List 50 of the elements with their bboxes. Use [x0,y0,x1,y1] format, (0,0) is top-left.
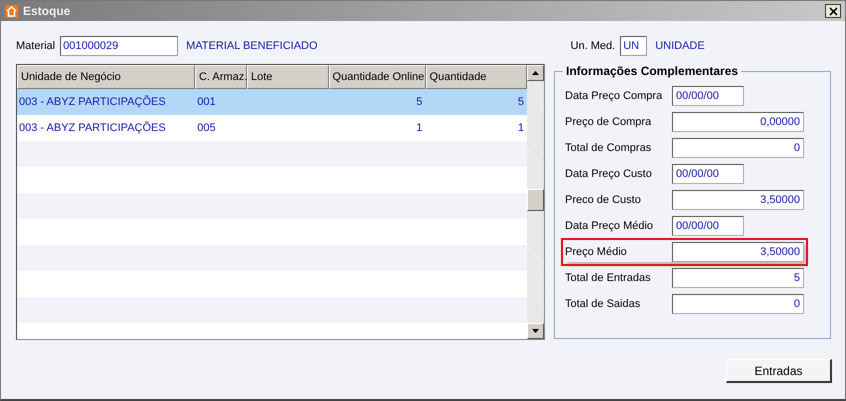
field-label: Data Preço Médio [565,220,654,232]
value-field[interactable]: 3,50000 [672,190,804,210]
scroll-up-button[interactable] [527,65,544,81]
field-label: Total de Saidas [565,298,642,310]
unit-label: Un. Med. [570,40,616,52]
material-description: MATERIAL BENEFICIADO [186,40,318,52]
scrollbar[interactable] [527,65,544,339]
value-field[interactable]: 5 [672,268,804,288]
unit-field[interactable]: UN [620,36,648,56]
table-cell: 003 - ABYZ PARTICIPAÇÕES [19,96,166,108]
column-header[interactable]: Quantidade Online [328,65,426,89]
column-header[interactable]: C. Armaz. [194,65,247,89]
close-button[interactable] [825,4,841,18]
table-cell: 003 - ABYZ PARTICIPAÇÕES [19,122,166,134]
table-cell: 1 [416,122,422,134]
field-label: Preço Médio [565,246,628,258]
table-row[interactable]: 003 - ABYZ PARTICIPAÇÕES 001 5 5 [17,89,527,115]
value-field[interactable]: 00/00/00 [672,164,744,184]
window-title: Estoque [23,4,72,18]
scroll-down-button[interactable] [527,323,544,339]
field-label: Data Preço Compra [565,90,664,102]
field-label: Preco de Custo [565,194,642,206]
column-header[interactable]: Unidade de Negócio [17,65,195,89]
value-field[interactable]: 3,50000 [672,242,804,262]
table-cell: 5 [518,96,524,108]
field-label: Total de Compras [565,142,652,154]
up-arrow-icon [532,71,539,75]
value-field[interactable]: 0 [672,138,804,158]
scroll-thumb[interactable] [527,189,544,211]
material-field[interactable]: 001000029 [60,36,178,56]
table-cell: 1 [518,122,524,134]
table-cell: 001 [197,96,216,108]
material-label: Material [16,40,56,52]
table-cell: 5 [416,96,422,108]
close-icon [828,6,838,16]
field-label: Total de Entradas [565,272,652,284]
group-title: Informações Complementares [563,64,742,78]
down-arrow-icon [532,329,539,333]
value-field[interactable]: 00/00/00 [672,216,744,236]
value-field[interactable]: 00/00/00 [672,86,744,106]
unit-description: UNIDADE [655,40,705,52]
field-label: Preço de Compra [565,116,652,128]
table-cell: 005 [197,122,216,134]
field-label: Data Preço Custo [565,168,653,180]
column-header[interactable]: Quantidade [426,65,527,89]
value-field[interactable]: 0 [672,294,804,314]
app-icon [5,4,18,18]
entries-button[interactable]: Entradas [726,359,832,383]
value-field[interactable]: 0,00000 [672,112,804,132]
column-header[interactable]: Lote [246,65,329,89]
